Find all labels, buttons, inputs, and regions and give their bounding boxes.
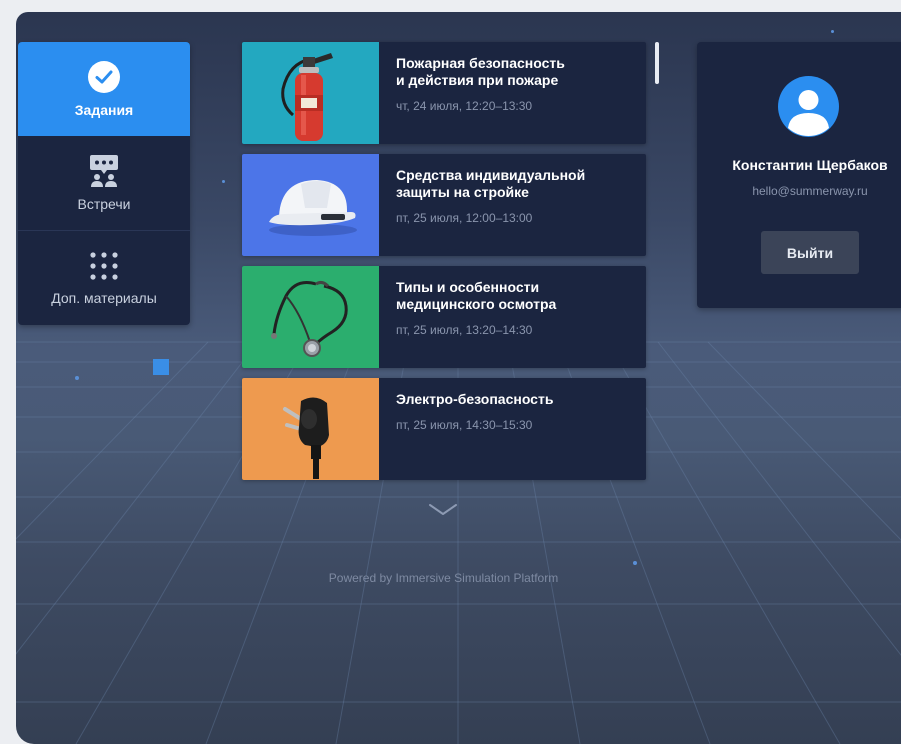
session-title: Средства индивидуальной защиты на стройк… xyxy=(396,167,586,200)
app-window: Задания Встречи Доп. материалы Пожарная … xyxy=(16,12,901,744)
nav-item-label: Доп. материалы xyxy=(51,290,157,306)
meeting-icon xyxy=(90,155,118,187)
stethoscope-icon xyxy=(270,280,348,357)
nav-item-tasks[interactable]: Задания xyxy=(18,42,190,136)
nav-item-materials[interactable]: Доп. материалы xyxy=(18,231,190,325)
session-thumbnail xyxy=(242,266,379,368)
footer-text: Powered by Immersive Simulation Platform xyxy=(328,571,559,585)
user-icon xyxy=(788,90,829,136)
profile-panel: Константин Щербаков hello@summerway.ru В… xyxy=(697,42,901,308)
profile-email: hello@summerway.ru xyxy=(752,184,868,198)
avatar xyxy=(778,76,839,137)
session-thumbnail xyxy=(242,42,379,144)
session-thumbnail xyxy=(242,378,379,480)
session-card[interactable]: Электро-безопасность пт, 25 июля, 14:30–… xyxy=(242,378,646,480)
session-card[interactable]: Типы и особенности медицинского осмотра … xyxy=(242,266,646,368)
nav-item-meetings[interactable]: Встречи xyxy=(18,136,190,231)
hard-hat-icon xyxy=(268,180,357,236)
session-card[interactable]: Средства индивидуальной защиты на стройк… xyxy=(242,154,646,256)
decorative-square xyxy=(153,359,169,375)
session-title: Типы и особенности медицинского осмотра xyxy=(396,279,557,312)
check-circle-icon xyxy=(88,61,120,93)
session-title: Пожарная безопасность и действия при пож… xyxy=(396,55,565,88)
session-card[interactable]: Пожарная безопасность и действия при пож… xyxy=(242,42,646,144)
star-dot xyxy=(831,30,834,33)
nav-item-label: Задания xyxy=(74,102,134,118)
sidebar-nav: Задания Встречи Доп. материалы xyxy=(18,42,190,325)
session-time: пт, 25 июля, 14:30–15:30 xyxy=(396,418,533,432)
logout-button[interactable]: Выйти xyxy=(761,231,859,274)
star-dot xyxy=(222,180,225,183)
session-list: Пожарная безопасность и действия при пож… xyxy=(242,42,646,490)
session-thumbnail xyxy=(242,154,379,256)
session-time: чт, 24 июля, 12:20–13:30 xyxy=(396,99,533,113)
session-title: Электро-безопасность xyxy=(396,391,554,407)
star-dot xyxy=(633,561,637,565)
profile-name: Константин Щербаков xyxy=(732,157,888,173)
fire-extinguisher-icon xyxy=(280,53,333,141)
chevron-down-icon[interactable] xyxy=(428,502,458,518)
session-time: пт, 25 июля, 13:20–14:30 xyxy=(396,323,533,337)
session-time: пт, 25 июля, 12:00–13:00 xyxy=(396,211,533,225)
nav-item-label: Встречи xyxy=(77,196,131,212)
power-plug-icon xyxy=(282,397,329,479)
grid-dots-icon xyxy=(90,252,118,280)
scrollbar-thumb[interactable] xyxy=(655,42,659,84)
star-dot xyxy=(75,376,79,380)
